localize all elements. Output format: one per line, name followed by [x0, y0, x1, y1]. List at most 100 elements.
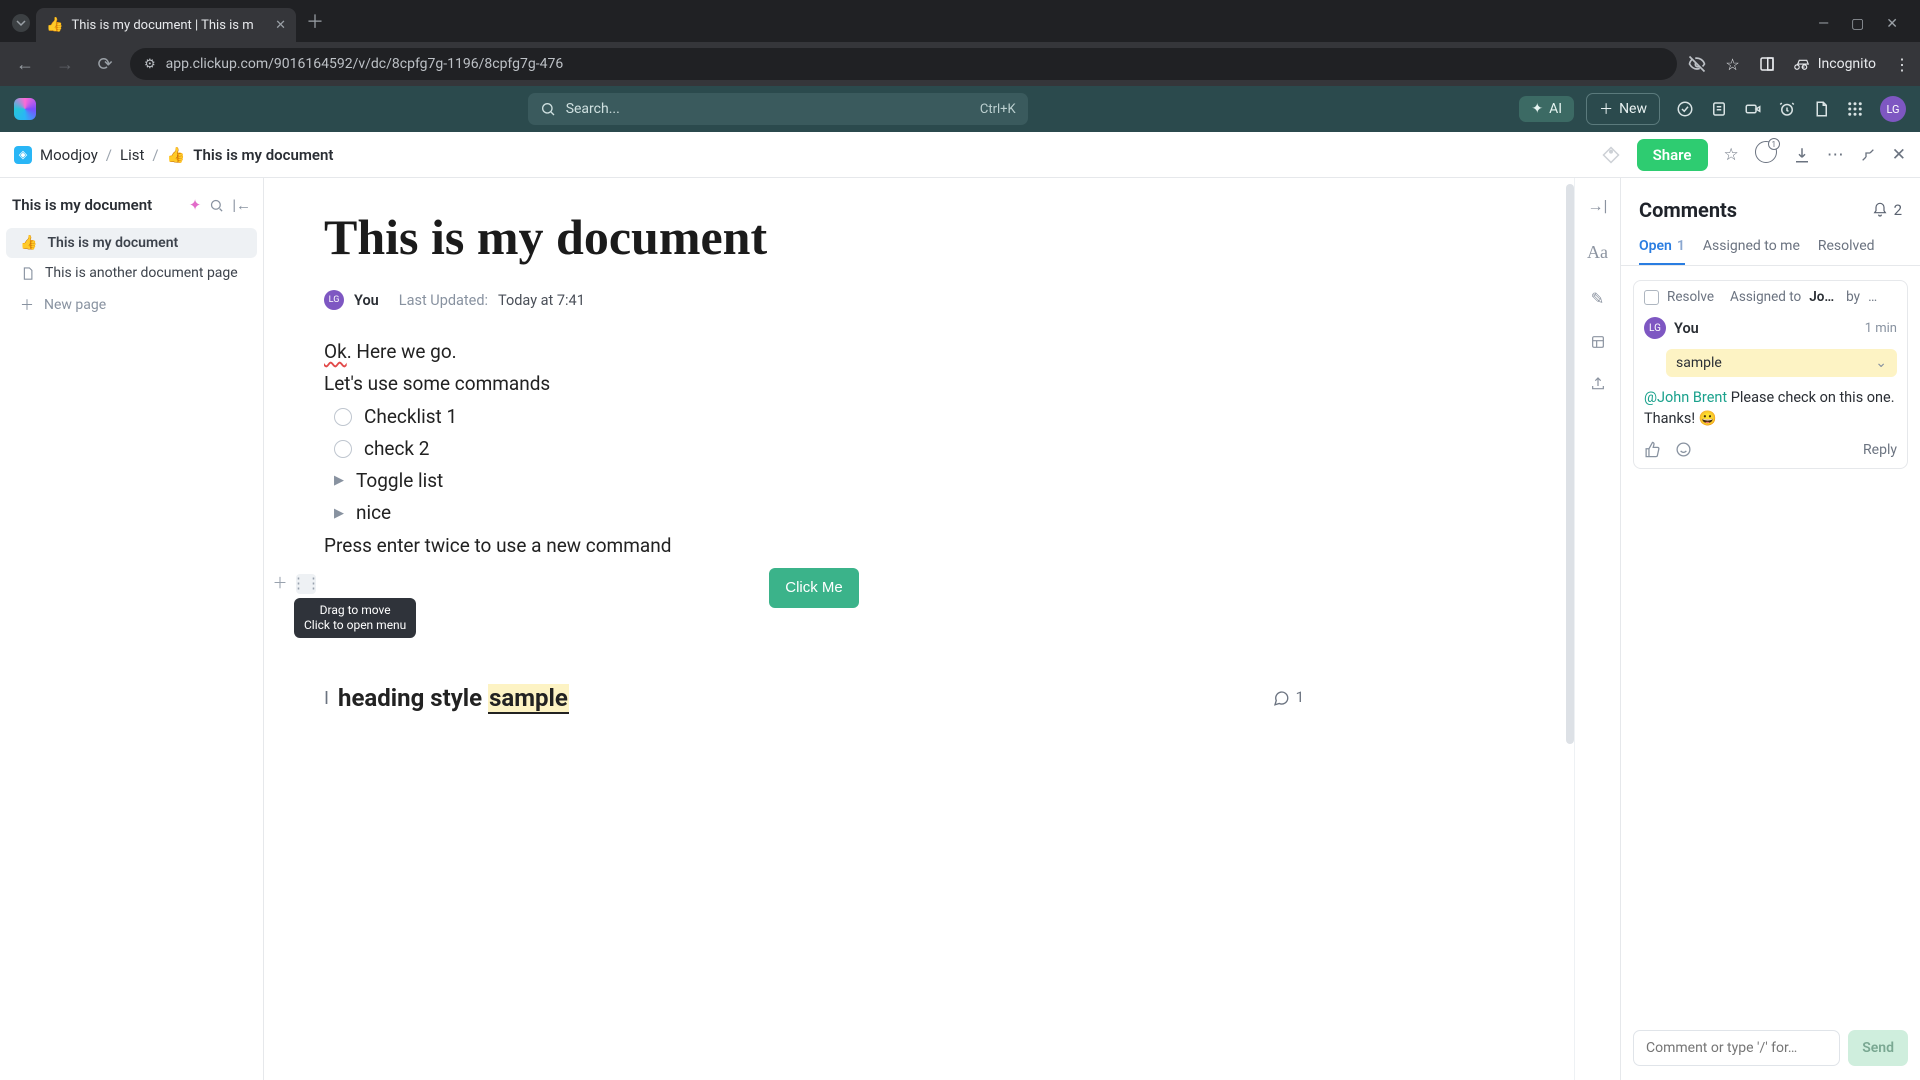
toggle-item[interactable]: ▶ Toggle list [324, 465, 1304, 497]
comment-quote[interactable]: sample ⌄ [1666, 349, 1897, 377]
mention[interactable]: @John Brent [1644, 389, 1727, 406]
chevron-right-icon[interactable]: ▶ [334, 470, 344, 492]
star-icon[interactable]: ☆ [1724, 145, 1739, 165]
magic-wand-icon[interactable]: ✎ [1591, 289, 1604, 308]
scrollbar[interactable] [1566, 184, 1574, 744]
breadcrumb-list[interactable]: List [120, 146, 144, 164]
new-button[interactable]: ＋ New [1586, 93, 1660, 125]
document-editor[interactable]: →| Aa ✎ This is my document LG You [264, 178, 1620, 1080]
tab-assigned[interactable]: Assigned to me [1703, 238, 1800, 265]
user-avatar[interactable]: LG [1880, 96, 1906, 122]
comments-notifications[interactable]: 2 [1872, 201, 1902, 219]
check-circle-icon[interactable] [1676, 100, 1694, 118]
browser-tab[interactable]: 👍 This is my document | This is m ✕ [36, 8, 296, 42]
sidebar-search-icon[interactable] [209, 198, 224, 213]
emoji-add-icon[interactable] [1675, 441, 1692, 458]
notepad-icon[interactable] [1710, 100, 1728, 118]
close-icon[interactable]: ✕ [1892, 145, 1906, 165]
window-maximize-icon[interactable]: ▢ [1851, 16, 1864, 32]
search-placeholder: Search... [566, 101, 620, 117]
reply-button[interactable]: Reply [1863, 442, 1897, 458]
ai-sparkle-icon[interactable]: ✦ [189, 196, 202, 214]
browser-address-bar: ← → ⟳ ⚙ app.clickup.com/9016164592/v/dc/… [0, 42, 1920, 86]
sidebar-page-other[interactable]: This is another document page [6, 258, 257, 288]
checklist-item[interactable]: Checklist 1 [324, 401, 1304, 433]
share-out-icon[interactable] [1590, 376, 1606, 392]
comment-input[interactable] [1633, 1030, 1840, 1066]
workspace-icon[interactable]: ◈ [14, 146, 32, 164]
ai-button[interactable]: ✦ AI [1519, 96, 1574, 122]
paragraph[interactable]: Let's use some commands [324, 368, 1304, 400]
tab-open[interactable]: Open1 [1639, 238, 1685, 265]
doc-icon[interactable] [1812, 100, 1830, 118]
sidebar-collapse-icon[interactable]: |← [232, 196, 251, 214]
heading-block[interactable]: I heading style sample 1 [324, 678, 1304, 719]
url-field[interactable]: ⚙ app.clickup.com/9016164592/v/dc/8cpfg7… [130, 48, 1677, 80]
nav-reload-icon[interactable]: ⟳ [90, 54, 120, 75]
tab-search-icon[interactable] [12, 14, 30, 32]
inline-comment-indicator[interactable]: 1 [1272, 685, 1304, 711]
more-icon[interactable]: ⋯ [1827, 145, 1844, 165]
chevron-down-icon[interactable]: ⌄ [1875, 355, 1887, 371]
block-add-icon[interactable]: ＋ [270, 574, 290, 594]
paragraph[interactable]: Ok. Here we go. [324, 336, 1304, 368]
doc-meta: LG You Last Updated: Today at 7:41 [324, 290, 1304, 310]
tab-close-icon[interactable]: ✕ [275, 18, 286, 33]
heading-text: heading style [338, 684, 488, 712]
comments-tabs: Open1 Assigned to me Resolved [1621, 226, 1920, 266]
collapse-icon[interactable] [1860, 147, 1876, 163]
sidebar-page-current[interactable]: 👍 This is my document [6, 228, 257, 258]
page-icon [20, 266, 35, 281]
tag-icon[interactable] [1601, 145, 1621, 165]
nav-forward-icon[interactable]: → [50, 54, 80, 75]
toggle-item[interactable]: ▶ nice [324, 497, 1304, 529]
sparkle-icon: ✦ [1531, 101, 1543, 117]
block-drag-handle-icon[interactable]: ⋮⋮ [296, 574, 316, 594]
tab-favicon-icon: 👍 [46, 17, 63, 33]
site-settings-icon[interactable]: ⚙ [144, 57, 156, 72]
checkbox-icon[interactable] [334, 408, 352, 426]
copies-icon[interactable]: 1 [1755, 141, 1777, 168]
updated-label: Last Updated: [399, 292, 488, 309]
new-tab-button[interactable]: ＋ [306, 8, 324, 34]
expand-rail-icon[interactable]: →| [1588, 196, 1608, 216]
checklist-label: check 2 [364, 433, 429, 465]
share-button[interactable]: Share [1637, 139, 1708, 171]
bookmark-star-icon[interactable]: ☆ [1725, 55, 1739, 74]
app-logo-icon[interactable] [14, 98, 36, 120]
heading-highlighted: sample [488, 684, 569, 714]
global-search-input[interactable]: Search... Ctrl+K [528, 93, 1028, 125]
toggle-label: nice [356, 497, 391, 529]
send-button[interactable]: Send [1848, 1030, 1908, 1066]
tab-resolved[interactable]: Resolved [1818, 238, 1875, 265]
typography-icon[interactable]: Aa [1587, 242, 1608, 263]
by-label: by [1846, 289, 1860, 305]
extensions-icon[interactable] [1758, 55, 1776, 73]
checklist-item[interactable]: check 2 [324, 433, 1304, 465]
apps-grid-icon[interactable] [1846, 100, 1864, 118]
browser-menu-icon[interactable]: ⋮ [1894, 55, 1910, 74]
nav-back-icon[interactable]: ← [10, 54, 40, 75]
resolve-label[interactable]: Resolve [1667, 289, 1714, 305]
breadcrumb-doc[interactable]: This is my document [193, 146, 333, 164]
sidebar-new-page[interactable]: ＋ New page [6, 288, 257, 322]
bell-icon [1872, 202, 1888, 218]
download-icon[interactable] [1793, 146, 1811, 164]
templates-icon[interactable] [1590, 334, 1606, 350]
doc-title[interactable]: This is my document [324, 208, 1304, 266]
custom-button[interactable]: Click Me [769, 568, 859, 608]
checkbox-icon[interactable] [334, 440, 352, 458]
window-minimize-icon[interactable]: — [1818, 16, 1829, 32]
window-close-icon[interactable]: ✕ [1886, 16, 1898, 32]
alarm-icon[interactable] [1778, 100, 1796, 118]
paragraph[interactable]: Press enter twice to use a new command [324, 530, 1304, 562]
eye-off-icon[interactable] [1687, 54, 1707, 74]
text-cursor-icon: I [324, 683, 328, 714]
author-avatar-icon: LG [324, 290, 344, 310]
thumbs-up-icon[interactable] [1644, 441, 1661, 458]
resolve-checkbox[interactable] [1644, 290, 1659, 305]
drag-tooltip: Drag to move Click to open menu [294, 598, 416, 638]
video-icon[interactable] [1744, 100, 1762, 118]
breadcrumb-workspace[interactable]: Moodjoy [40, 146, 98, 164]
chevron-right-icon[interactable]: ▶ [334, 503, 344, 525]
